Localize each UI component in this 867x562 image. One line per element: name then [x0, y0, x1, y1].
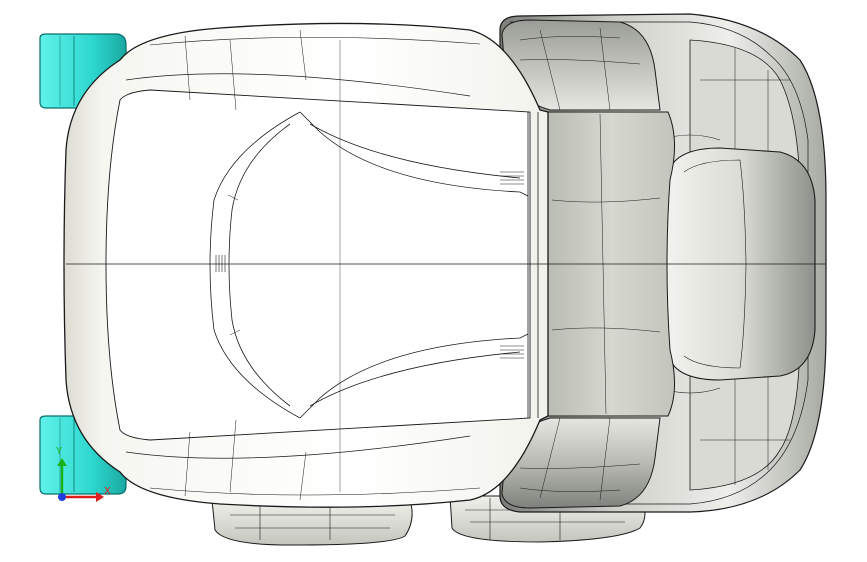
- triad-z-axis: [58, 493, 66, 501]
- triad-y-label: Y: [55, 446, 63, 457]
- seat-model-view[interactable]: X Y: [0, 0, 867, 562]
- cad-graphics-viewport[interactable]: X Y: [0, 0, 867, 562]
- triad-x-label: X: [104, 486, 111, 497]
